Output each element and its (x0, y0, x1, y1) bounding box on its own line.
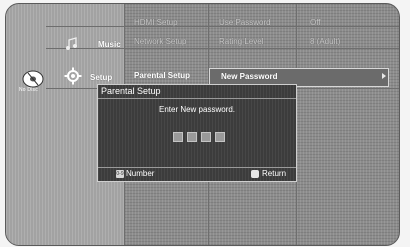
option-new-password[interactable]: New Password (221, 72, 277, 81)
password-digit-slot (215, 132, 225, 142)
music-note-icon[interactable] (65, 37, 79, 51)
dialog-prompt: Enter New password. (158, 105, 236, 114)
dialog-divider (98, 98, 296, 99)
password-input[interactable] (173, 132, 225, 142)
tv-screen: No Disc Music Setup HDMI Setup Network S… (5, 3, 400, 246)
submenu-network-setup[interactable]: Network Setup (134, 37, 186, 46)
number-keys-icon: 0-9 (116, 170, 124, 178)
return-button[interactable]: Return (262, 169, 286, 178)
dialog-title: Parental Setup (101, 86, 161, 96)
parental-setup-dialog: Parental Setup Enter New password. 0-9 N… (97, 84, 297, 182)
chevron-right-icon (382, 73, 386, 79)
value-rating-level: 8 (Adult) (310, 37, 341, 46)
submenu-hdmi-setup[interactable]: HDMI Setup (134, 18, 178, 27)
disc-status-label: No Disc (19, 87, 38, 93)
dialog-footer: 0-9 Number Return (98, 167, 296, 181)
menu-item-setup[interactable]: Setup (90, 73, 112, 82)
option-use-password[interactable]: Use Password (219, 18, 271, 27)
gear-icon[interactable] (64, 67, 82, 85)
submenu-parental-setup[interactable]: Parental Setup (134, 71, 190, 80)
option-rating-level[interactable]: Rating Level (219, 37, 263, 46)
password-digit-slot (187, 132, 197, 142)
menu-item-music[interactable]: Music (98, 40, 121, 49)
value-use-password: Off (310, 18, 321, 27)
number-hint-label: Number (126, 169, 155, 178)
return-icon[interactable] (251, 170, 259, 178)
password-digit-slot (173, 132, 183, 142)
password-digit-slot (201, 132, 211, 142)
